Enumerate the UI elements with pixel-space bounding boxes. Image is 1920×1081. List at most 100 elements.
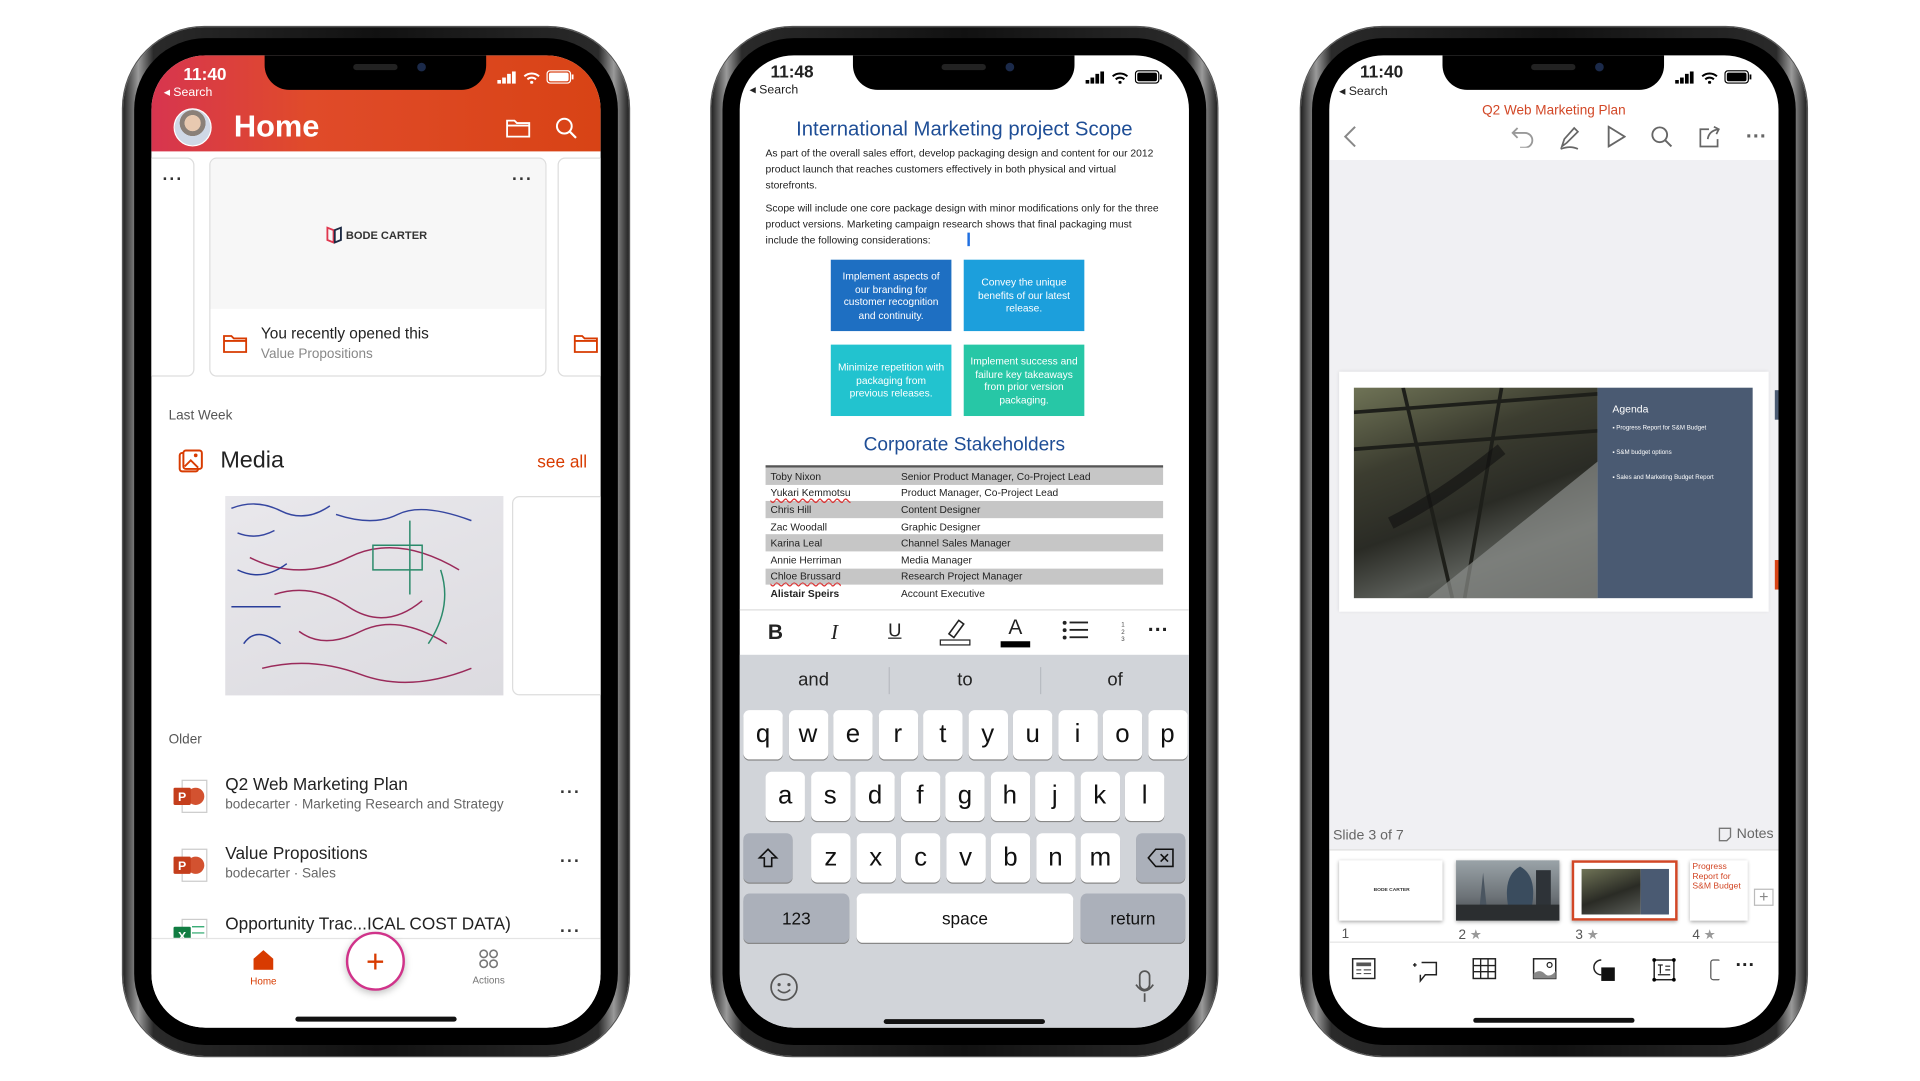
- numbers-key[interactable]: 123: [743, 893, 850, 943]
- more-icon[interactable]: ···: [560, 850, 581, 870]
- stakeholders-table[interactable]: Toby Nixon Senior Product Manager, Co-Pro…: [765, 465, 1164, 602]
- more-icon[interactable]: ···: [512, 169, 533, 189]
- back-chevron-icon[interactable]: [1343, 124, 1358, 149]
- text-box-icon[interactable]: [1652, 958, 1677, 983]
- add-slide-button[interactable]: +: [1753, 889, 1774, 906]
- table-row[interactable]: Alistair Speirs Account Executive: [766, 585, 1164, 602]
- document-title[interactable]: International Marketing project Scope: [740, 118, 1189, 141]
- slide-thumbnail-4[interactable]: Progress Report for S&M Budget: [1689, 860, 1748, 921]
- create-button[interactable]: +: [345, 931, 405, 991]
- search-icon[interactable]: [1651, 126, 1673, 148]
- key-i[interactable]: i: [1057, 710, 1098, 760]
- key-j[interactable]: j: [1035, 771, 1075, 821]
- document-paragraph[interactable]: As part of the overall sales effort, dev…: [766, 145, 1167, 192]
- key-r[interactable]: r: [878, 710, 918, 760]
- recent-card[interactable]: ··· BODE CARTER You recently opened this…: [209, 157, 547, 377]
- document-paragraph[interactable]: Scope will include one core package desi…: [766, 201, 1167, 248]
- media-item-next[interactable]: [512, 496, 601, 696]
- slide-thumbnail-2[interactable]: [1456, 860, 1560, 921]
- key-t[interactable]: t: [923, 710, 963, 760]
- back-to-search[interactable]: ◂ Search: [164, 86, 213, 100]
- slide-thumbnail-1[interactable]: BODE CARTER: [1339, 860, 1443, 921]
- picture-icon[interactable]: [1532, 958, 1557, 980]
- home-indicator[interactable]: [295, 1016, 457, 1022]
- current-slide[interactable]: Agenda ▪ Progress Report for S&M Budget …: [1339, 371, 1769, 612]
- key-n[interactable]: n: [1035, 833, 1076, 883]
- suggestion[interactable]: of: [1107, 670, 1122, 691]
- return-key[interactable]: return: [1080, 893, 1186, 943]
- key-a[interactable]: a: [765, 771, 805, 821]
- recent-card-previous[interactable]: ···: [151, 157, 195, 377]
- back-to-search[interactable]: ◂ Search: [750, 84, 799, 98]
- layout-icon[interactable]: [1351, 958, 1376, 980]
- more-options-icon[interactable]: ···: [1746, 124, 1767, 149]
- suggestion[interactable]: and: [798, 670, 829, 691]
- key-k[interactable]: k: [1080, 771, 1120, 821]
- undo-icon[interactable]: [1510, 126, 1535, 148]
- more-options-icon[interactable]: ···: [1735, 955, 1755, 977]
- shapes-icon[interactable]: [1591, 958, 1616, 983]
- key-h[interactable]: h: [990, 771, 1030, 821]
- media-whiteboard-image[interactable]: [225, 496, 504, 696]
- more-insert-icon[interactable]: [1710, 958, 1720, 983]
- key-v[interactable]: v: [945, 833, 986, 883]
- key-q[interactable]: q: [743, 710, 783, 760]
- more-icon[interactable]: ···: [162, 169, 183, 189]
- key-o[interactable]: o: [1102, 710, 1143, 760]
- slide-thumbnail-3-selected[interactable]: [1571, 860, 1678, 921]
- table-row[interactable]: Annie Herriman Media Manager: [766, 551, 1164, 568]
- search-icon[interactable]: [555, 117, 577, 139]
- numbering-button[interactable]: 123: [1121, 619, 1128, 650]
- key-b[interactable]: b: [990, 833, 1031, 883]
- draw-pen-icon[interactable]: [1558, 126, 1580, 151]
- table-icon[interactable]: [1472, 958, 1497, 980]
- delete-key[interactable]: [1136, 833, 1186, 883]
- table-row[interactable]: Karina Leal Channel Sales Manager: [765, 534, 1164, 552]
- font-color-button[interactable]: A: [1000, 615, 1031, 648]
- key-f[interactable]: f: [900, 771, 940, 821]
- key-w[interactable]: w: [788, 710, 828, 760]
- home-indicator[interactable]: [883, 1019, 1045, 1025]
- key-l[interactable]: l: [1124, 771, 1165, 821]
- see-all-link[interactable]: see all: [537, 452, 587, 472]
- key-u[interactable]: u: [1012, 710, 1053, 760]
- highlight-button[interactable]: [939, 617, 971, 653]
- key-c[interactable]: c: [900, 833, 941, 883]
- key-d[interactable]: d: [855, 771, 895, 821]
- smartart-box[interactable]: Implement aspects of our branding for cu…: [830, 259, 952, 332]
- table-row[interactable]: Chloe Brussard Research Project Manager: [765, 568, 1164, 585]
- key-y[interactable]: y: [968, 710, 1008, 760]
- bold-button[interactable]: B: [768, 620, 783, 645]
- more-options-icon[interactable]: ···: [1148, 618, 1169, 643]
- share-icon[interactable]: [1698, 126, 1721, 148]
- tab-home[interactable]: Home: [245, 949, 282, 987]
- smartart-box[interactable]: Implement success and failure key takeaw…: [963, 344, 1085, 417]
- notes-button[interactable]: Notes: [1718, 827, 1774, 842]
- play-icon[interactable]: [1606, 125, 1626, 148]
- back-to-search[interactable]: ◂ Search: [1339, 85, 1388, 99]
- table-row[interactable]: Chris Hill Content Designer: [765, 501, 1164, 518]
- underline-button[interactable]: U: [888, 620, 901, 641]
- recent-card-next[interactable]: [557, 157, 601, 377]
- shift-key[interactable]: [743, 833, 793, 883]
- home-indicator[interactable]: [1473, 1017, 1635, 1023]
- microphone-icon[interactable]: [1134, 970, 1156, 1004]
- key-x[interactable]: x: [856, 833, 896, 883]
- key-s[interactable]: s: [810, 771, 850, 821]
- emoji-icon[interactable]: [769, 972, 799, 1002]
- space-key[interactable]: space: [856, 893, 1074, 943]
- smartart-box[interactable]: Convey the unique benefits of our latest…: [963, 259, 1085, 332]
- key-m[interactable]: m: [1080, 833, 1121, 883]
- key-e[interactable]: e: [833, 710, 873, 760]
- user-avatar[interactable]: [173, 108, 212, 147]
- bullets-button[interactable]: [1062, 619, 1089, 647]
- table-row[interactable]: Zac Woodall Graphic Designer: [766, 518, 1164, 535]
- table-row[interactable]: Yukari Kemmotsu Product Manager, Co-Proje…: [766, 484, 1164, 501]
- stakeholders-heading[interactable]: Corporate Stakeholders: [740, 434, 1189, 456]
- table-row[interactable]: Toby Nixon Senior Product Manager, Co-Pro…: [765, 467, 1164, 485]
- smartart-box[interactable]: Minimize repetition with packaging from …: [830, 344, 952, 417]
- key-p[interactable]: p: [1147, 710, 1188, 760]
- tab-actions[interactable]: Actions: [466, 949, 510, 986]
- key-z[interactable]: z: [811, 833, 851, 883]
- folder-icon[interactable]: [506, 118, 531, 138]
